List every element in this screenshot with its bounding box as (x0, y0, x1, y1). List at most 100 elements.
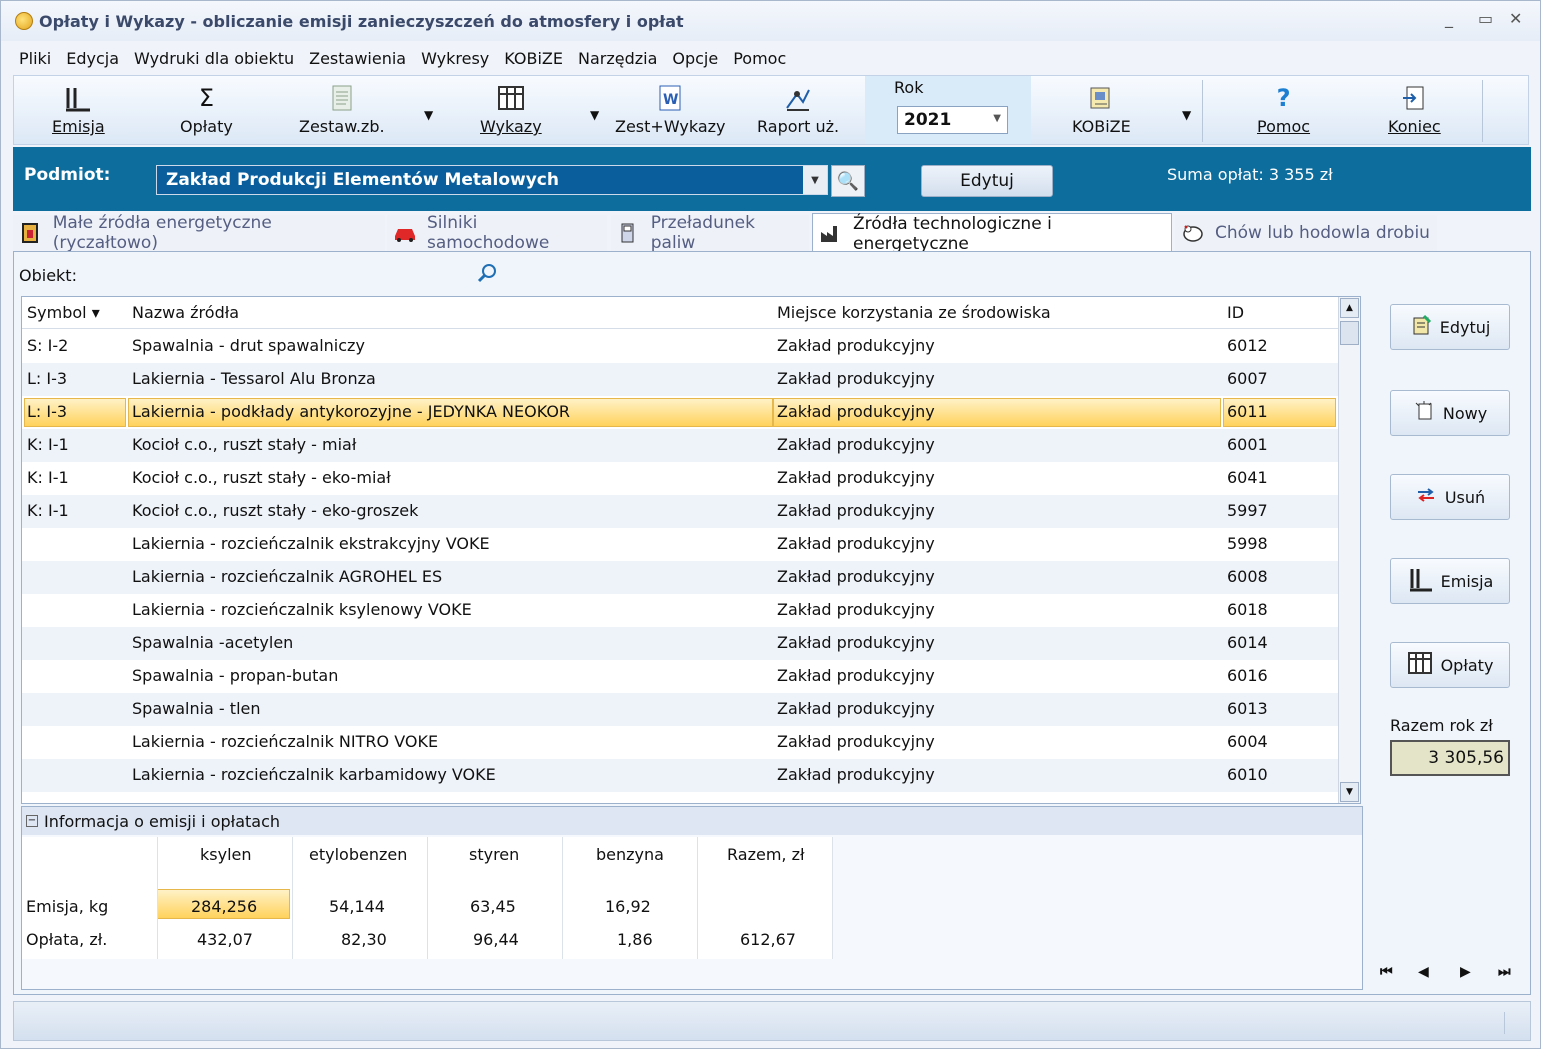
minimize-button[interactable]: _ (1445, 9, 1453, 28)
tab-zrodla-technologiczne[interactable]: Źródła technologiczne i energetyczne (812, 213, 1172, 254)
maximize-button[interactable]: ▭ (1478, 9, 1493, 28)
side-usun-button[interactable]: Usuń (1390, 474, 1510, 520)
column-header-miejsce[interactable]: Miejsce korzystania ze środowiska (777, 303, 1051, 322)
oplaty-button[interactable]: Σ Opłaty (180, 80, 233, 142)
cell-nazwa[interactable]: Kocioł c.o., ruszt stały - eko-miał (132, 468, 391, 487)
scroll-down-icon[interactable]: ▼ (1340, 782, 1359, 802)
zestaw-button[interactable]: Zestaw.zb. (299, 80, 385, 142)
table-row[interactable]: Lakiernia - rozcieńczalnik NITRO VOKE Zak… (22, 726, 1338, 759)
column-header-id[interactable]: ID (1227, 303, 1244, 322)
cell-symbol[interactable]: K: I-1 (27, 468, 69, 487)
last-record-icon[interactable]: ⏭ (1498, 964, 1511, 980)
cell-id[interactable]: 6010 (1227, 765, 1268, 784)
side-edytuj-button[interactable]: Edytuj (1390, 304, 1510, 350)
menu-zestawienia[interactable]: Zestawienia (309, 49, 406, 68)
cell-nazwa[interactable]: Lakiernia - rozcieńczalnik ksylenowy VOK… (132, 600, 472, 619)
cell-id[interactable]: 6011 (1227, 402, 1268, 421)
cell-id[interactable]: 6008 (1227, 567, 1268, 586)
emisja-button[interactable]: Emisja (52, 80, 105, 142)
next-record-icon[interactable]: ▶ (1460, 964, 1471, 980)
cell-nazwa[interactable]: Spawalnia - drut spawalniczy (132, 336, 365, 355)
info-oplata-etylobenzen[interactable]: 82,30 (341, 930, 387, 949)
podmiot-search-button[interactable]: 🔍 (831, 165, 865, 197)
menu-wykresy[interactable]: Wykresy (421, 49, 489, 68)
scroll-up-icon[interactable]: ▲ (1340, 298, 1359, 318)
column-header-nazwa[interactable]: Nazwa źródła (132, 303, 239, 322)
cell-miejsce[interactable]: Zakład produkcyjny (777, 468, 935, 487)
podmiot-edit-button[interactable]: Edytuj (921, 165, 1053, 197)
pomoc-button[interactable]: ? Pomoc (1257, 80, 1310, 142)
info-oplata-benzyna[interactable]: 1,86 (617, 930, 653, 949)
info-emisja-styren[interactable]: 63,45 (470, 897, 516, 916)
cell-symbol[interactable]: L: I-3 (27, 369, 67, 388)
podmiot-select[interactable]: Zakład Produkcji Elementów Metalowych ▼ (156, 165, 828, 195)
table-row[interactable]: Lakiernia - rozcieńczalnik ksylenowy VOK… (22, 594, 1338, 627)
info-emisja-etylobenzen[interactable]: 54,144 (329, 897, 385, 916)
table-row[interactable]: Spawalnia -acetylen Zakład produkcyjny 601… (22, 627, 1338, 660)
cell-id[interactable]: 6013 (1227, 699, 1268, 718)
collapse-icon[interactable]: − (26, 815, 38, 827)
cell-id[interactable]: 6041 (1227, 468, 1268, 487)
zest-wykazy-button[interactable]: W Zest+Wykazy (615, 80, 725, 142)
cell-symbol[interactable]: K: I-1 (27, 501, 69, 520)
cell-symbol[interactable]: L: I-3 (27, 402, 67, 421)
info-oplata-styren[interactable]: 96,44 (473, 930, 519, 949)
side-oplaty-button[interactable]: Opłaty (1390, 642, 1510, 688)
close-button[interactable]: ✕ (1509, 9, 1522, 28)
side-nowy-button[interactable]: Nowy (1390, 390, 1510, 436)
menu-kobize[interactable]: KOBiZE (504, 49, 563, 68)
menu-pomoc[interactable]: Pomoc (733, 49, 786, 68)
info-emisja-benzyna[interactable]: 16,92 (605, 897, 651, 916)
cell-id[interactable]: 6012 (1227, 336, 1268, 355)
cell-nazwa[interactable]: Lakiernia - rozcieńczalnik NITRO VOKE (132, 732, 438, 751)
cell-miejsce[interactable]: Zakład produkcyjny (777, 600, 935, 619)
table-row[interactable]: K: I-1 Kocioł c.o., ruszt stały - eko-mia… (22, 462, 1338, 495)
cell-miejsce[interactable]: Zakład produkcyjny (777, 699, 935, 718)
wykazy-dropdown-icon[interactable]: ▼ (590, 108, 599, 122)
cell-miejsce[interactable]: Zakład produkcyjny (777, 501, 935, 520)
menu-opcje[interactable]: Opcje (672, 49, 718, 68)
tab-silniki[interactable]: Silniki samochodowe (387, 213, 607, 253)
menu-narzedzia[interactable]: Narzędzia (578, 49, 657, 68)
cell-miejsce[interactable]: Zakład produkcyjny (777, 435, 935, 454)
info-oplata-ksylen[interactable]: 432,07 (197, 930, 253, 949)
cell-miejsce[interactable]: Zakład produkcyjny (777, 666, 935, 685)
cell-miejsce[interactable]: Zakład produkcyjny (777, 402, 935, 421)
table-row[interactable]: Lakiernia - rozcieńczalnik karbamidowy V… (22, 759, 1338, 792)
cell-symbol[interactable]: S: I-2 (27, 336, 68, 355)
cell-miejsce[interactable]: Zakład produkcyjny (777, 369, 935, 388)
wykazy-button[interactable]: Wykazy (480, 80, 542, 142)
table-row[interactable]: Lakiernia - rozcieńczalnik ekstrakcyjny … (22, 528, 1338, 561)
cell-miejsce[interactable]: Zakład produkcyjny (777, 534, 935, 553)
tab-chow-drobiu[interactable]: Chów lub hodowla drobiu (1175, 215, 1437, 251)
info-header[interactable]: − Informacja o emisji i opłatach (22, 807, 1362, 835)
cell-nazwa[interactable]: Kocioł c.o., ruszt stały - eko-groszek (132, 501, 418, 520)
cell-nazwa[interactable]: Spawalnia -acetylen (132, 633, 293, 652)
menu-edycja[interactable]: Edycja (66, 49, 119, 68)
cell-id[interactable]: 6004 (1227, 732, 1268, 751)
cell-nazwa[interactable]: Kocioł c.o., ruszt stały - miał (132, 435, 356, 454)
info-oplata-razem[interactable]: 612,67 (740, 930, 796, 949)
cell-miejsce[interactable]: Zakład produkcyjny (777, 765, 935, 784)
cell-symbol[interactable]: K: I-1 (27, 435, 69, 454)
cell-miejsce[interactable]: Zakład produkcyjny (777, 336, 935, 355)
tab-przeladunek[interactable]: Przeładunek paliw (611, 213, 809, 253)
table-row[interactable]: Spawalnia - propan-butan Zakład produkcyj… (22, 660, 1338, 693)
cell-nazwa[interactable]: Lakiernia - rozcieńczalnik karbamidowy V… (132, 765, 496, 784)
cell-miejsce[interactable]: Zakład produkcyjny (777, 732, 935, 751)
menu-wydruki[interactable]: Wydruki dla obiektu (134, 49, 294, 68)
chevron-down-icon[interactable]: ▼ (803, 166, 827, 194)
table-row[interactable]: S: I-2 Spawalnia - drut spawalniczy Zakład… (22, 330, 1338, 363)
column-header-symbol[interactable]: Symbol ▾ (27, 303, 100, 322)
kobize-button[interactable]: KOBiZE (1072, 80, 1131, 142)
first-record-icon[interactable]: ⏮ (1380, 964, 1393, 980)
previous-record-icon[interactable]: ◀ (1418, 964, 1429, 980)
info-emisja-ksylen[interactable]: 284,256 (191, 897, 257, 916)
tab-male-zrodla[interactable]: Małe źródła energetyczne (ryczałtowo) (13, 213, 385, 253)
cell-nazwa[interactable]: Lakiernia - Tessarol Alu Bronza (132, 369, 376, 388)
cell-miejsce[interactable]: Zakład produkcyjny (777, 633, 935, 652)
search-icon[interactable] (476, 262, 498, 289)
cell-nazwa[interactable]: Lakiernia - rozcieńczalnik ekstrakcyjny … (132, 534, 490, 553)
table-row[interactable]: K: I-1 Kocioł c.o., ruszt stały - eko-gro… (22, 495, 1338, 528)
cell-nazwa[interactable]: Lakiernia - rozcieńczalnik AGROHEL ES (132, 567, 442, 586)
